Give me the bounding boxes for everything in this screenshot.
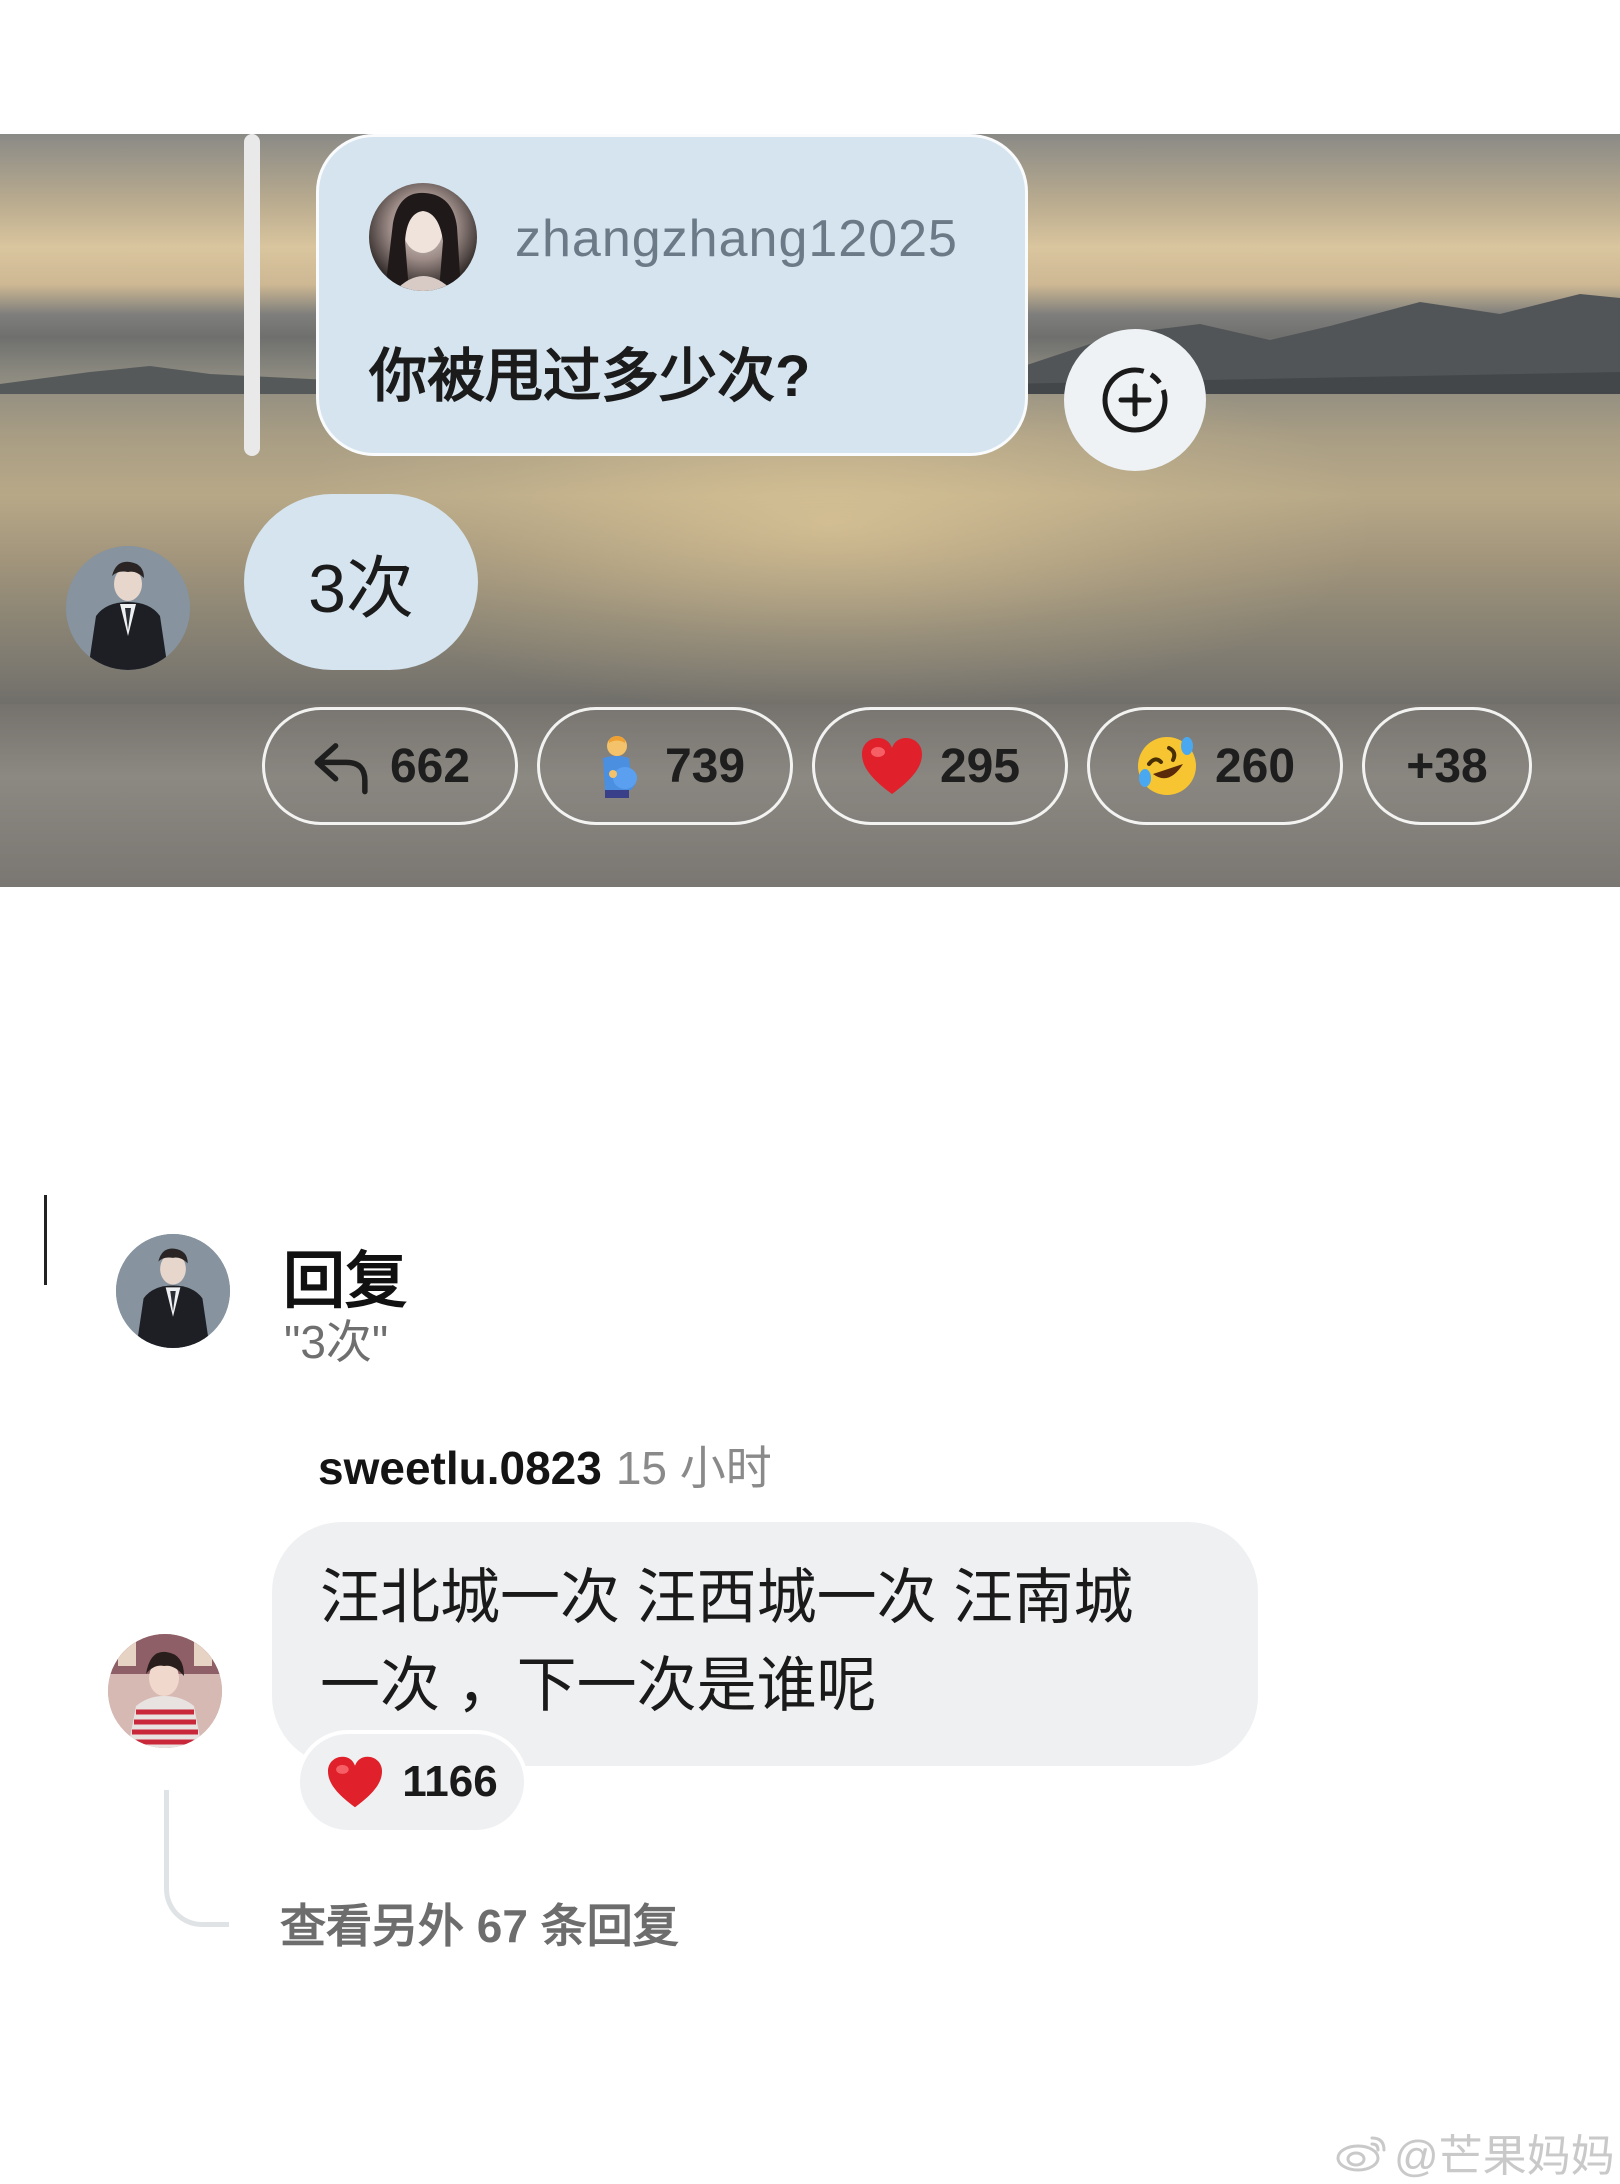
view-more-replies-link[interactable]: 查看另外 67 条回复 (280, 1890, 679, 1956)
reaction-chip-laughing[interactable]: 260 (1087, 707, 1343, 825)
reaction-count-pregnant-man: 739 (664, 739, 746, 793)
avatar-portrait-icon (385, 192, 461, 291)
weibo-logo-icon (1336, 2136, 1386, 2172)
answer-bubble: 3次 (244, 494, 478, 670)
red-heart-emoji (326, 1755, 384, 1809)
reply-arrow-icon (310, 734, 374, 798)
comment-meta: sweetlu.0823 15 小时 (318, 1432, 772, 1498)
cursor-mark (44, 1195, 47, 1285)
comment-text-line1: 汪北城一次 汪西城一次 汪南城 (320, 1564, 1134, 1631)
comment-text-line2: 一次 ，下一次是谁呢 (320, 1652, 877, 1719)
watermark-text: @芒果妈妈 (1394, 2132, 1615, 2181)
comment-like-chip[interactable]: 1166 (296, 1730, 528, 1834)
comment-time: 15 小时 (615, 1442, 772, 1494)
author-avatar[interactable] (66, 546, 190, 670)
commenter-avatar[interactable] (108, 1634, 222, 1748)
add-to-story-button[interactable] (1064, 329, 1206, 471)
comment-like-count: 1166 (402, 1757, 498, 1806)
more-reactions-count: +38 (1406, 739, 1488, 793)
thread-line (244, 134, 260, 456)
avatar-portrait-icon (108, 1634, 222, 1748)
pregnant-man-emoji (585, 734, 649, 798)
watermark: @芒果妈妈 (1336, 2120, 1615, 2184)
reply-count: 662 (389, 739, 471, 793)
rolling-laughing-emoji (1135, 734, 1199, 798)
note-panel: zhangzhang12025 你被甩过多少次? 3次 662 739 295 … (0, 134, 1620, 887)
thread-connector (164, 1790, 229, 1927)
reply-author-avatar[interactable] (116, 1234, 230, 1348)
reply-count-chip[interactable]: 662 (262, 707, 518, 825)
add-circle-icon (1102, 367, 1168, 433)
reaction-count-heart: 295 (939, 739, 1021, 793)
quoted-username[interactable]: zhangzhang12025 (515, 209, 958, 269)
reply-quoted-text: "3次" (284, 1316, 389, 1368)
avatar-portrait-icon (116, 1234, 230, 1348)
quoted-question: 你被甩过多少次? (369, 344, 811, 409)
red-heart-emoji (860, 734, 924, 798)
reaction-count-laughing: 260 (1214, 739, 1296, 793)
avatar-portrait-icon (66, 546, 190, 670)
comment-username[interactable]: sweetlu.0823 (318, 1442, 602, 1494)
quoted-user-avatar[interactable] (369, 183, 477, 291)
quoted-note-card[interactable]: zhangzhang12025 你被甩过多少次? (316, 134, 1028, 456)
reaction-chip-heart[interactable]: 295 (812, 707, 1068, 825)
more-reactions-chip[interactable]: +38 (1362, 707, 1532, 825)
reaction-chip-pregnant-man[interactable]: 739 (537, 707, 793, 825)
